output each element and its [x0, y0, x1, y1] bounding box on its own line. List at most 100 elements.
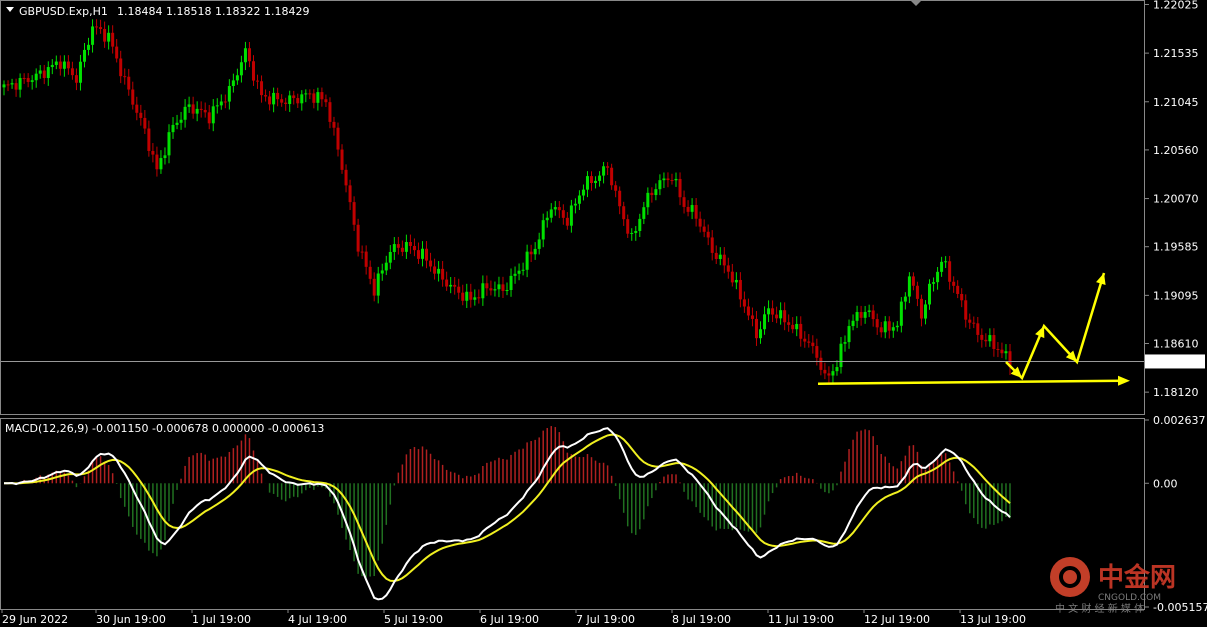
candle: [300, 90, 304, 111]
candle: [742, 291, 746, 313]
candle: [461, 284, 465, 306]
candle: [199, 101, 203, 118]
candle-body: [91, 26, 95, 45]
candle-body: [344, 169, 348, 186]
candle: [131, 81, 135, 110]
macd-tick-label: 0.002637: [1153, 414, 1206, 427]
candle-body: [227, 86, 231, 102]
candle: [308, 89, 312, 100]
candle: [759, 321, 763, 344]
candle: [187, 96, 191, 113]
candle: [445, 271, 449, 291]
candle: [163, 147, 167, 165]
candle: [855, 305, 859, 328]
candle-body: [783, 310, 787, 323]
candle: [863, 306, 867, 324]
candle: [38, 65, 42, 79]
support-arrow-line: [817, 379, 1123, 385]
candle: [505, 282, 509, 296]
candle-body: [465, 291, 469, 301]
candle-body: [742, 299, 746, 307]
candle-body: [58, 61, 62, 69]
candle: [304, 89, 308, 103]
scroll-marker-icon: [910, 0, 922, 6]
candle: [99, 19, 103, 34]
candle-body: [944, 261, 948, 263]
candle: [243, 41, 247, 71]
candle: [783, 302, 787, 331]
candle: [891, 322, 895, 338]
candle-body: [706, 231, 710, 238]
candle-body: [489, 288, 493, 291]
candle: [384, 255, 388, 276]
candle: [223, 94, 227, 109]
candle: [103, 21, 107, 48]
candle: [344, 164, 348, 193]
candle-body: [682, 197, 686, 207]
candle: [734, 272, 738, 290]
candle-body: [243, 48, 247, 63]
candle-body: [131, 89, 135, 105]
candle-body: [803, 338, 807, 342]
candle: [996, 342, 1000, 358]
candle: [143, 110, 147, 135]
candle: [340, 144, 344, 174]
candle: [469, 283, 473, 308]
candle-body: [936, 271, 940, 283]
candle-body: [855, 312, 859, 321]
candle-body: [111, 32, 115, 47]
candle: [839, 336, 843, 374]
candle-body: [304, 93, 308, 95]
candle-body: [964, 300, 968, 320]
candle-body: [46, 67, 50, 79]
candle-body: [501, 284, 505, 291]
candle: [203, 102, 207, 118]
candle: [718, 247, 722, 266]
candle: [159, 150, 163, 174]
candle-body: [851, 320, 855, 327]
candle: [30, 75, 34, 90]
candle: [738, 272, 742, 308]
candle: [710, 230, 714, 261]
symbol-label: GBPUSD.Exp,H1: [19, 5, 108, 18]
price-tick-label: 1.20560: [1153, 144, 1199, 157]
candle: [34, 68, 38, 88]
candle-body: [932, 282, 936, 284]
candle: [517, 263, 521, 281]
candle-body: [360, 251, 364, 253]
candle-body: [95, 26, 99, 28]
candle-body: [940, 261, 944, 272]
candle: [795, 316, 799, 337]
candle: [952, 276, 956, 293]
candle: [1008, 343, 1012, 376]
candle: [195, 101, 199, 122]
candle: [799, 316, 803, 347]
candle-body: [457, 286, 461, 293]
candle-body: [135, 104, 139, 113]
candle: [74, 68, 78, 91]
macd-tick-label: -0.005157: [1153, 601, 1207, 614]
candle-body: [163, 155, 167, 159]
candle-body: [956, 285, 960, 294]
candle-body: [127, 76, 131, 90]
candle: [268, 90, 272, 111]
candle-body: [634, 230, 638, 233]
candle: [227, 79, 231, 110]
chart-canvas[interactable]: 中金网 CNGOLD.COM 中 文 财 经 新 媒 体 GBPUSD.Exp,…: [0, 0, 1207, 627]
candle-body: [899, 301, 903, 326]
candle-body: [247, 48, 251, 62]
candle: [602, 161, 606, 184]
candle: [501, 276, 505, 298]
candle-body: [686, 206, 690, 212]
candle-body: [175, 122, 179, 125]
candle: [364, 245, 368, 275]
candle-body: [171, 124, 175, 133]
chart-menu-triangle-icon[interactable]: [6, 7, 14, 12]
candle: [420, 241, 424, 267]
candle: [10, 78, 14, 89]
candle: [14, 78, 18, 97]
candle-body: [928, 283, 932, 305]
candle-body: [207, 112, 211, 124]
candle-body: [268, 96, 272, 105]
candle: [22, 73, 26, 84]
